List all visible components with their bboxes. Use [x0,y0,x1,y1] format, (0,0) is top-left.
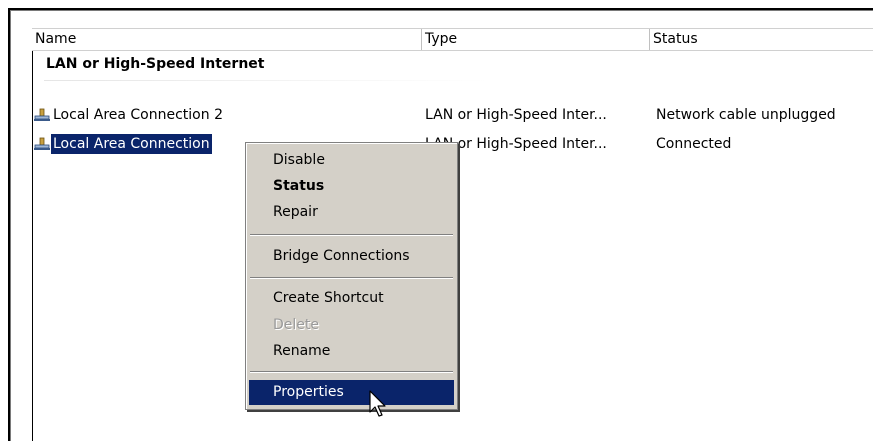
column-header-status[interactable]: Status [650,29,873,50]
connection-status: Connected [656,136,732,152]
connection-name: Local Area Connection [51,134,212,154]
network-connection-icon [34,137,50,150]
menu-item-repair[interactable]: Repair [249,200,454,225]
group-divider [44,80,489,81]
menu-item-create-shortcut[interactable]: Create Shortcut [249,286,454,311]
menu-separator [250,371,453,373]
connection-status: Network cable unplugged [656,107,836,123]
column-header-name[interactable]: Name [32,29,422,50]
menu-item-rename[interactable]: Rename [249,339,454,364]
menu-separator [250,277,453,279]
group-title: LAN or High-Speed Internet [46,56,265,72]
context-menu: Disable Status Repair Bridge Connections… [245,142,458,410]
menu-separator [250,234,453,236]
connection-name: Local Area Connection 2 [53,107,223,123]
left-border-line [32,30,33,441]
menu-item-bridge-connections[interactable]: Bridge Connections [249,244,454,269]
connection-type: LAN or High-Speed Inter... [425,107,607,123]
mouse-pointer-icon [369,390,386,417]
menu-item-properties[interactable]: Properties [249,380,454,405]
network-connection-icon [34,108,50,121]
column-header: Name Type Status [32,28,873,51]
menu-item-disable[interactable]: Disable [249,148,454,173]
list-item-local-area-connection-2[interactable]: Local Area Connection 2 LAN or High-Spee… [34,105,873,125]
menu-item-status[interactable]: Status [249,174,454,199]
column-header-type[interactable]: Type [422,29,650,50]
menu-item-delete: Delete [273,317,319,333]
